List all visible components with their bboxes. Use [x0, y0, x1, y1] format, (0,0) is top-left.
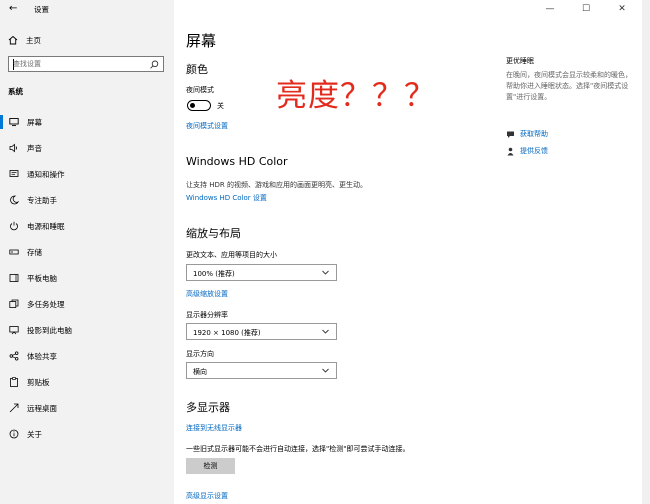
- share-icon: [9, 351, 19, 361]
- orientation-value: 横向: [193, 368, 207, 376]
- resolution-label: 显示器分辨率: [186, 311, 228, 319]
- window-edge: [642, 0, 650, 504]
- multi-display-heading: 多显示器: [186, 401, 230, 414]
- resolution-dropdown[interactable]: 1920 × 1080 (推荐): [186, 323, 337, 340]
- chevron-down-icon: [322, 270, 329, 275]
- feedback-person-icon: [507, 147, 514, 155]
- detect-description: 一些旧式显示器可能不会进行自动连接，选择"检测"即可尝试手动连接。: [186, 445, 410, 453]
- home-icon: [8, 35, 18, 45]
- toggle-knob: [190, 102, 195, 108]
- orientation-dropdown[interactable]: 横向: [186, 362, 337, 379]
- help-title: 更优睡眠: [506, 57, 534, 65]
- sidebar-item-sound[interactable]: 声音: [0, 136, 174, 160]
- get-help-label: 获取帮助: [520, 130, 548, 138]
- sidebar-item-label: 投影到此电脑: [27, 325, 72, 335]
- hdr-settings-link[interactable]: Windows HD Color 设置: [186, 193, 267, 203]
- sidebar-item-tablet[interactable]: 平板电脑: [0, 266, 174, 290]
- scale-value: 100% (推荐): [193, 270, 235, 278]
- orientation-label: 显示方向: [186, 350, 214, 358]
- sidebar-item-multitasking[interactable]: 多任务处理: [0, 292, 174, 316]
- storage-icon: [9, 247, 19, 257]
- scale-dropdown[interactable]: 100% (推荐): [186, 264, 337, 281]
- hdr-heading: Windows HD Color: [186, 155, 288, 168]
- info-icon: [9, 429, 19, 439]
- sidebar-item-focus-assist[interactable]: 专注助手: [0, 188, 174, 212]
- color-heading: 颜色: [186, 63, 208, 76]
- scale-label: 更改文本、应用等项目的大小: [186, 251, 277, 259]
- resolution-value: 1920 × 1080 (推荐): [193, 329, 261, 337]
- sidebar-item-shared-experiences[interactable]: 体验共享: [0, 344, 174, 368]
- search-icon[interactable]: [150, 60, 159, 69]
- moon-icon: [9, 195, 19, 205]
- monitor-icon: [9, 117, 19, 127]
- speaker-icon: [9, 143, 19, 153]
- sidebar-item-label: 远程桌面: [27, 403, 57, 413]
- brightness-annotation: 亮度？？？: [276, 78, 436, 114]
- night-mode-settings-link[interactable]: 夜间模式设置: [186, 121, 228, 131]
- sidebar-item-label: 电源和睡眠: [27, 221, 65, 231]
- page-title: 屏幕: [186, 32, 217, 50]
- sidebar-item-notifications[interactable]: 通知和操作: [0, 162, 174, 186]
- projection-icon: [9, 325, 19, 335]
- notification-icon: [9, 169, 19, 179]
- sidebar-item-about[interactable]: 关于: [0, 422, 174, 446]
- advanced-scaling-link[interactable]: 高级缩放设置: [186, 289, 228, 299]
- sidebar-item-label: 屏幕: [27, 117, 42, 127]
- help-chat-icon: [507, 131, 514, 138]
- clipboard-icon: [9, 377, 19, 387]
- sidebar-item-project-to-pc[interactable]: 投影到此电脑: [0, 318, 174, 342]
- sidebar-item-label: 专注助手: [27, 195, 57, 205]
- hdr-description: 让支持 HDR 的视频、游戏和应用的画面更明亮、更生动。: [186, 181, 367, 189]
- title-bar: ← 设置: [0, 0, 174, 18]
- search-input[interactable]: [13, 58, 141, 70]
- remote-desktop-icon: [9, 403, 19, 413]
- sidebar-item-display[interactable]: 屏幕: [0, 110, 174, 134]
- chevron-down-icon: [322, 329, 329, 334]
- home-nav-item[interactable]: 主页: [8, 34, 41, 46]
- home-label: 主页: [26, 35, 41, 45]
- connect-wireless-display-link[interactable]: 连接到无线显示器: [186, 423, 242, 433]
- sidebar-item-label: 通知和操作: [27, 169, 65, 179]
- help-description: 在晚间，夜间模式会显示较柔和的暖色，帮助你进入睡眠状态。选择"夜间模式设置"进行…: [506, 71, 632, 101]
- scale-layout-heading: 缩放与布局: [186, 227, 241, 240]
- sidebar-item-remote-desktop[interactable]: 远程桌面: [0, 396, 174, 420]
- sidebar-item-label: 体验共享: [27, 351, 57, 361]
- multitasking-icon: [9, 299, 19, 309]
- sidebar-item-label: 关于: [27, 429, 42, 439]
- sidebar-item-label: 剪贴板: [27, 377, 50, 387]
- sidebar-item-label: 多任务处理: [27, 299, 65, 309]
- sidebar-item-clipboard[interactable]: 剪贴板: [0, 370, 174, 394]
- search-field[interactable]: [8, 56, 164, 72]
- section-label-system: 系统: [8, 87, 23, 96]
- detect-button[interactable]: 检测: [186, 458, 235, 474]
- chevron-down-icon: [322, 368, 329, 373]
- sidebar-item-label: 平板电脑: [27, 273, 57, 283]
- sidebar-item-storage[interactable]: 存储: [0, 240, 174, 264]
- night-mode-label: 夜间模式: [186, 86, 214, 94]
- tablet-icon: [9, 273, 19, 283]
- sidebar-item-label: 存储: [27, 247, 42, 257]
- window-controls: — ☐ ✕: [532, 0, 642, 18]
- sidebar: ← 设置 主页 系统 屏幕 声音 通知和操作 专注助手 电源和睡眠 存储 平板电…: [0, 0, 174, 504]
- get-help-link[interactable]: 获取帮助: [506, 129, 548, 139]
- night-mode-state: 关: [217, 102, 224, 110]
- maximize-button[interactable]: ☐: [568, 0, 604, 18]
- sidebar-item-label: 声音: [27, 143, 42, 153]
- night-mode-toggle[interactable]: [187, 100, 211, 111]
- back-arrow-icon[interactable]: ←: [9, 4, 17, 14]
- power-icon: [9, 221, 19, 231]
- window-title: 设置: [34, 5, 49, 14]
- feedback-link[interactable]: 提供反馈: [506, 146, 548, 156]
- feedback-label: 提供反馈: [520, 147, 548, 155]
- minimize-button[interactable]: —: [532, 0, 568, 18]
- close-button[interactable]: ✕: [604, 0, 640, 18]
- advanced-display-settings-link[interactable]: 高级显示设置: [186, 491, 228, 501]
- sidebar-item-power-sleep[interactable]: 电源和睡眠: [0, 214, 174, 238]
